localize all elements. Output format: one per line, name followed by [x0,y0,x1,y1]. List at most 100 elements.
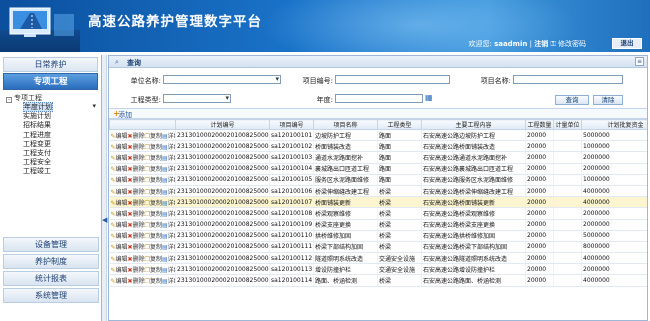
column-header[interactable] [109,119,176,130]
column-header[interactable]: 项目名称 [313,119,378,130]
detail-link[interactable]: 详细 [168,267,175,274]
table-row[interactable]: ✎编辑✖删除❐复制▤详细23130100020002010082500003sa… [109,151,647,164]
copy-link[interactable]: 复制 [150,278,162,285]
edit-link[interactable]: 编辑 [116,133,128,140]
edit-link[interactable]: 编辑 [116,222,128,229]
edit-link[interactable]: 编辑 [116,200,128,207]
detail-link[interactable]: 详细 [168,222,175,229]
tree-item-progress[interactable]: 工程进度 [6,131,97,140]
copy-link[interactable]: 复制 [150,155,162,162]
edit-link[interactable]: 编辑 [116,267,128,274]
nav-special-project[interactable]: 专项工程 [3,73,98,90]
copy-link[interactable]: 复制 [150,189,162,196]
detail-link[interactable]: 详细 [168,211,175,218]
table-row[interactable]: ✎编辑✖删除❐复制▤详细23130100020002010082500001sa… [109,129,647,142]
copy-link[interactable]: 复制 [150,177,162,184]
nav-maintenance-rules[interactable]: 养护制度 [3,254,99,269]
column-header[interactable]: 计量单位 [553,119,582,130]
delete-link[interactable]: 删除 [133,144,145,151]
column-header[interactable]: 工程数量 [525,119,554,130]
table-row[interactable]: ✎编辑✖删除❐复制▤详细23130100020002010082500010sa… [109,230,647,242]
copy-link[interactable]: 复制 [150,244,162,251]
change-password-link[interactable]: 修改密码 [558,40,586,48]
type-select[interactable] [163,94,231,103]
copy-link[interactable]: 复制 [150,222,162,229]
delete-link[interactable]: 删除 [133,222,145,229]
table-row[interactable]: ✎编辑✖删除❐复制▤详细23130100020002010082500011sa… [109,241,647,254]
detail-link[interactable]: 详细 [168,244,175,251]
delete-link[interactable]: 删除 [133,166,145,173]
detail-link[interactable]: 详细 [168,144,175,151]
delete-link[interactable]: 删除 [133,133,145,140]
table-row[interactable]: ✎编辑✖删除❐复制▤详细23130100020002010082500012sa… [109,252,647,265]
tree-item-completion[interactable]: 工程竣工 [6,167,97,176]
table-row[interactable]: ✎编辑✖删除❐复制▤详细23130100020002010082500002sa… [109,140,647,153]
delete-link[interactable]: 删除 [133,244,145,251]
nav-system-admin[interactable]: 系统管理 [3,288,99,303]
edit-link[interactable]: 编辑 [116,211,128,218]
column-header[interactable]: 主要工程内容 [421,119,526,130]
edit-link[interactable]: 编辑 [116,177,128,184]
table-row[interactable]: ✎编辑✖删除❐复制▤详细23130100020002010082500013sa… [109,263,647,276]
edit-link[interactable]: 编辑 [116,278,128,285]
detail-link[interactable]: 详细 [168,155,175,162]
edit-link[interactable]: 编辑 [116,144,128,151]
table-row[interactable]: ✎编辑✖删除❐复制▤详细23130100020002010082500004sa… [109,163,647,175]
table-row[interactable]: ✎编辑✖删除❐复制▤详细23130100020002010082500006sa… [109,185,647,198]
delete-link[interactable]: 删除 [133,200,145,207]
delete-link[interactable]: 删除 [133,278,145,285]
copy-link[interactable]: 复制 [150,211,162,218]
collapse-panel-icon[interactable]: ≡ [635,57,644,66]
delete-link[interactable]: 删除 [133,256,145,263]
detail-link[interactable]: 详细 [168,233,175,240]
copy-link[interactable]: 复制 [150,267,162,274]
logout-link[interactable]: 注销 [534,40,548,48]
detail-link[interactable]: 详细 [168,177,175,184]
nav-daily-maintenance[interactable]: 日常养护 [3,57,98,72]
table-row[interactable]: ✎编辑✖删除❐复制▤详细23130100020002010082500009sa… [109,219,647,231]
delete-link[interactable]: 删除 [133,211,145,218]
detail-link[interactable]: 详细 [168,133,175,140]
column-header[interactable]: 项目编号 [269,119,314,130]
copy-link[interactable]: 复制 [150,133,162,140]
delete-link[interactable]: 删除 [133,177,145,184]
table-row[interactable]: ✎编辑✖删除❐复制▤详细23130100020002010082500005sa… [109,174,647,186]
table-row[interactable]: ✎编辑✖删除❐复制▤详细23130100020002010082500014sa… [109,274,647,287]
search-button[interactable]: 查询 [555,95,589,105]
sidebar-splitter[interactable]: ◀ [102,55,107,321]
edit-link[interactable]: 编辑 [116,233,128,240]
detail-link[interactable]: 详细 [168,256,175,263]
tree-item-implementation-plan[interactable]: 实施计划 [6,112,97,121]
detail-link[interactable]: 详细 [168,200,175,207]
project-name-input[interactable] [513,75,623,84]
column-header[interactable]: 工程类型 [377,119,422,130]
nav-equipment[interactable]: 设备管理 [3,237,99,252]
copy-link[interactable]: 复制 [150,144,162,151]
edit-link[interactable]: 编辑 [116,166,128,173]
column-header[interactable]: 计划编号 [175,119,270,130]
edit-link[interactable]: 编辑 [116,244,128,251]
unit-select[interactable] [163,75,281,84]
delete-link[interactable]: 删除 [133,267,145,274]
column-header[interactable]: 计划批复资金 [581,119,647,130]
copy-link[interactable]: 复制 [150,233,162,240]
table-row[interactable]: ✎编辑✖删除❐复制▤详细23130100020002010082500008sa… [109,207,647,220]
tree-item-safety[interactable]: 工程安全 [6,158,97,167]
project-no-input[interactable] [335,75,450,84]
delete-link[interactable]: 删除 [133,155,145,162]
tree-item-bid-results[interactable]: 招标结果 [6,121,97,130]
tree-item-payment[interactable]: 工程支付 [6,149,97,158]
calendar-icon[interactable]: ▦ [425,93,433,102]
copy-link[interactable]: 复制 [150,200,162,207]
edit-link[interactable]: 编辑 [116,189,128,196]
delete-link[interactable]: 删除 [133,189,145,196]
nav-reports[interactable]: 统计报表 [3,271,99,286]
tree-item-annual-plan[interactable]: 年度计划 [6,102,97,112]
detail-link[interactable]: 详细 [168,189,175,196]
collapse-arrow-icon[interactable]: ◀ [102,215,107,225]
exit-button[interactable]: 退出 [612,38,642,49]
year-input[interactable] [335,94,423,103]
edit-link[interactable]: 编辑 [116,256,128,263]
detail-link[interactable]: 详细 [168,166,175,173]
delete-link[interactable]: 删除 [133,233,145,240]
